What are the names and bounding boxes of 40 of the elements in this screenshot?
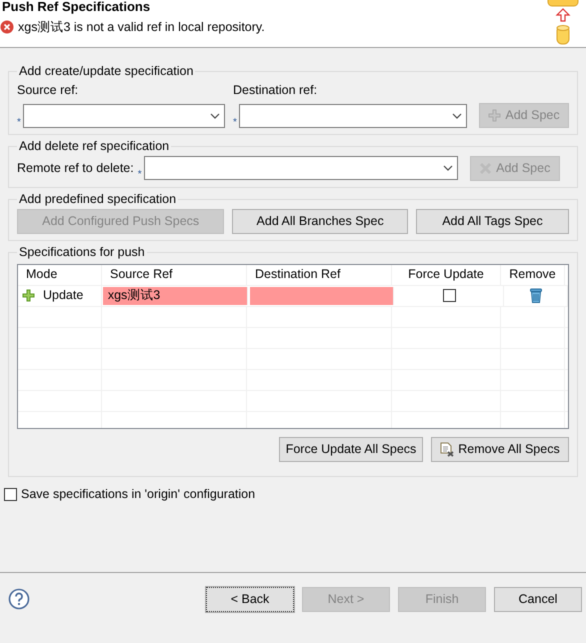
table-cell-text: Update — [43, 287, 84, 304]
dropdown-caret-icon — [442, 165, 453, 172]
wizard-button[interactable]: Cancel — [494, 586, 582, 612]
dropdown-caret-icon — [452, 112, 462, 119]
required-mark: * — [233, 118, 238, 128]
plus-icon — [488, 108, 502, 122]
column-header: Destination Ref — [247, 264, 392, 285]
dropdown-field[interactable] — [23, 104, 225, 128]
group-label: Add delete ref specification — [18, 138, 170, 154]
checkbox[interactable] — [4, 488, 17, 501]
column-header: Source Ref — [102, 264, 247, 285]
predefined-spec-button[interactable]: Add All Tags Spec — [416, 208, 569, 234]
field-label: Destination ref: — [233, 82, 318, 99]
group-label: Add predefined specification — [18, 192, 178, 207]
required-mark: * — [17, 118, 22, 128]
column-header: Mode — [18, 264, 102, 285]
trash-icon[interactable] — [530, 288, 542, 304]
dropdown-field[interactable] — [239, 104, 467, 128]
table-cell[interactable]: xgs测试3 — [102, 286, 248, 305]
column-header: Remove — [501, 264, 565, 285]
column-header: Force Update — [392, 264, 501, 285]
dropdown-field[interactable] — [144, 156, 458, 180]
field-label: Remote ref to delete: — [17, 160, 134, 177]
field-label: Source ref: — [17, 82, 80, 99]
table-cell[interactable] — [250, 286, 394, 305]
error-message: xgs测试3 is not a valid ref in local repository. — [18, 19, 265, 36]
dropdown-caret-icon — [210, 112, 220, 119]
checkbox-label: Save specifications in 'origin' configuration — [21, 486, 256, 503]
group-label: Add create/update specification — [18, 64, 194, 79]
document-remove-icon — [440, 442, 454, 457]
help-icon[interactable] — [8, 588, 30, 610]
plus-icon — [22, 289, 35, 302]
predefined-spec-button[interactable]: Add All Branches Spec — [232, 208, 408, 234]
group-label: Specifications for push — [18, 244, 146, 260]
required-mark: * — [138, 170, 143, 180]
dialog-title: Push Ref Specifications — [1, 0, 152, 14]
wizard-button[interactable]: < Back — [206, 586, 294, 612]
checkbox[interactable] — [442, 289, 456, 302]
specs-action-button[interactable]: Remove All Specs — [431, 436, 569, 462]
specs-action-button[interactable]: Force Update All Specs — [279, 436, 423, 462]
